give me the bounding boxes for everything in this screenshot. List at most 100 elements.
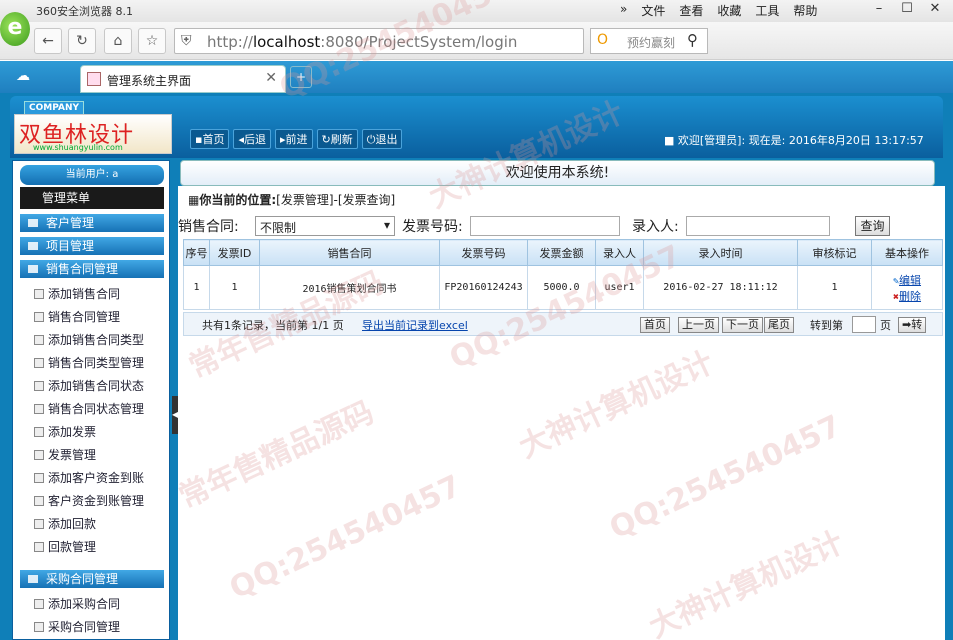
sidebar-item[interactable]: 添加销售合同类型 xyxy=(34,331,144,348)
search-engine-icon: O xyxy=(597,32,609,48)
goto-label: 转到第 xyxy=(810,319,843,332)
welcome-banner: 欢迎使用本系统! xyxy=(180,160,935,186)
star-icon[interactable]: ☆ xyxy=(138,28,166,54)
search-icon[interactable]: ⚲ xyxy=(687,31,698,49)
sidebar-item[interactable]: 销售合同状态管理 xyxy=(34,400,144,417)
go-button[interactable]: ➡转 xyxy=(898,317,927,333)
browser-navbar: ← ↻ ⌂ ☆ ⛨ http://localhost:8080/ProjectS… xyxy=(0,22,953,60)
goto-page-input[interactable] xyxy=(852,316,876,333)
welcome-time: ■ 欢迎[管理员]: 现在是: 2016年8月20日 13:17:57 xyxy=(664,134,924,147)
query-button[interactable]: 查询 xyxy=(855,216,890,236)
search-box[interactable]: O 预约赢刻 ⚲ xyxy=(590,28,708,54)
header-nav: ▪首页 ◂后退 ▸前进 ↻刷新 ⏻退出 xyxy=(190,129,403,149)
url-path: :8080/ProjectSystem/login xyxy=(320,33,518,51)
cloud-icon[interactable]: ☁ xyxy=(16,68,30,84)
close-icon[interactable]: ✕ xyxy=(922,0,948,20)
next-page-button[interactable]: 下一页 xyxy=(722,317,763,333)
invoice-no-input[interactable] xyxy=(470,216,620,236)
first-page-button[interactable]: 首页 xyxy=(640,317,670,333)
sidebar-item[interactable]: 回款管理 xyxy=(34,538,96,555)
home-icon[interactable]: ⌂ xyxy=(104,28,132,54)
page-unit-label: 页 xyxy=(880,319,891,332)
col-header: 发票ID xyxy=(209,239,260,266)
col-header: 录入时间 xyxy=(643,239,798,266)
grid-icon: ▦ xyxy=(188,193,200,207)
url-host: localhost xyxy=(252,33,321,51)
sidebar-item[interactable]: 发票管理 xyxy=(34,446,96,463)
edit-link[interactable]: 编辑 xyxy=(899,274,921,287)
recorder-input[interactable] xyxy=(686,216,830,236)
group-project[interactable]: 项目管理 xyxy=(20,237,164,255)
browser-app-title: 360安全浏览器 8.1 xyxy=(36,5,133,18)
brand-logo: 双鱼林设计 www.shuangyulin.com xyxy=(14,114,172,154)
sidebar-item[interactable]: 销售合同管理 xyxy=(34,308,120,325)
col-header: 发票号码 xyxy=(439,239,528,266)
sidebar-item[interactable]: 采购合同管理 xyxy=(34,618,120,635)
minimize-icon[interactable]: – xyxy=(866,0,892,20)
maximize-icon[interactable]: ☐ xyxy=(894,0,920,20)
contract-label: 销售合同: xyxy=(178,219,239,235)
recorder-label: 录入人: xyxy=(632,219,679,235)
cell: 1 xyxy=(209,265,260,310)
nav-refresh-button[interactable]: ↻刷新 xyxy=(316,129,358,149)
breadcrumb: ▦你当前的位置:[发票管理]-[发票查询] xyxy=(188,193,396,207)
last-page-button[interactable]: 尾页 xyxy=(764,317,794,333)
sidebar-item[interactable]: 添加回款 xyxy=(34,515,96,532)
table-row: 1 1 2016销售策划合同书 FP20160124243 5000.0 use… xyxy=(183,265,943,310)
sidebar-item[interactable]: 添加销售合同 xyxy=(34,285,120,302)
tab-title: 管理系统主界面 xyxy=(107,74,192,88)
cell: 5000.0 xyxy=(527,265,596,310)
col-header: 审核标记 xyxy=(797,239,872,266)
reload-icon[interactable]: ↻ xyxy=(68,28,96,54)
delete-link[interactable]: 删除 xyxy=(899,290,921,303)
back-icon[interactable]: ← xyxy=(34,28,62,54)
menu-favorites[interactable]: 收藏 xyxy=(717,2,741,19)
sidebar-item[interactable]: 添加采购合同 xyxy=(34,595,120,612)
contract-select[interactable]: 不限制 xyxy=(255,216,395,236)
group-customer[interactable]: 客户管理 xyxy=(20,214,164,232)
sidebar-item[interactable]: 客户资金到账管理 xyxy=(34,492,144,509)
pager-info: 共有1条记录，当前第 1/1 页 xyxy=(202,319,344,332)
current-user: 当前用户: a xyxy=(20,165,164,185)
group-purchase-contract[interactable]: 采购合同管理 xyxy=(20,570,164,588)
sidebar-item[interactable]: 添加发票 xyxy=(34,423,96,440)
new-tab-icon[interactable]: + xyxy=(290,66,312,88)
cell: 1 xyxy=(183,265,210,310)
brand-url: www.shuangyulin.com xyxy=(33,143,123,152)
invoice-no-label: 发票号码: xyxy=(402,219,463,235)
col-header: 发票金额 xyxy=(527,239,596,266)
tab-favicon-icon xyxy=(87,72,101,86)
export-link[interactable]: 导出当前记录到excel xyxy=(362,317,468,333)
col-header: 销售合同 xyxy=(259,239,440,266)
nav-home-button[interactable]: ▪首页 xyxy=(190,129,230,149)
sidebar-item[interactable]: 添加客户资金到账 xyxy=(34,469,144,486)
menu-tools[interactable]: 工具 xyxy=(755,2,779,19)
nav-forward-button[interactable]: ▸前进 xyxy=(275,129,313,149)
prev-page-button[interactable]: 上一页 xyxy=(678,317,719,333)
cell: user1 xyxy=(595,265,644,310)
search-placeholder: 预约赢刻 xyxy=(627,36,676,50)
address-bar[interactable]: ⛨ http://localhost:8080/ProjectSystem/lo… xyxy=(174,28,584,54)
menu-view[interactable]: 查看 xyxy=(679,2,703,19)
company-label: COMPANY xyxy=(24,101,84,115)
col-header: 基本操作 xyxy=(871,239,943,266)
cell: 1 xyxy=(797,265,872,310)
sidebar-item[interactable]: 添加销售合同状态 xyxy=(34,377,144,394)
menu-more-icon[interactable]: » xyxy=(620,2,627,19)
url-prefix: http:// xyxy=(207,33,253,51)
nav-logout-button[interactable]: ⏻退出 xyxy=(361,129,403,149)
cell: FP20160124243 xyxy=(439,265,528,310)
nav-back-button[interactable]: ◂后退 xyxy=(233,129,271,149)
table-header-row: 序号 发票ID 销售合同 发票号码 发票金额 录入人 录入时间 审核标记 基本操… xyxy=(183,239,943,266)
cell: 2016-02-27 18:11:12 xyxy=(643,265,798,310)
menu-help[interactable]: 帮助 xyxy=(793,2,817,19)
sidebar-item[interactable]: 销售合同类型管理 xyxy=(34,354,144,371)
tab-strip: ☁ 管理系统主界面 ✕ + xyxy=(0,61,953,93)
pager: 共有1条记录，当前第 1/1 页 导出当前记录到excel 首页 上一页 下一页… xyxy=(183,312,943,336)
col-header: 录入人 xyxy=(595,239,644,266)
tab-main[interactable]: 管理系统主界面 ✕ xyxy=(80,65,286,93)
browser-logo-icon: e xyxy=(0,12,30,46)
tab-close-icon[interactable]: ✕ xyxy=(265,70,277,86)
group-sales-contract[interactable]: 销售合同管理 xyxy=(20,260,164,278)
menu-file[interactable]: 文件 xyxy=(641,2,665,19)
